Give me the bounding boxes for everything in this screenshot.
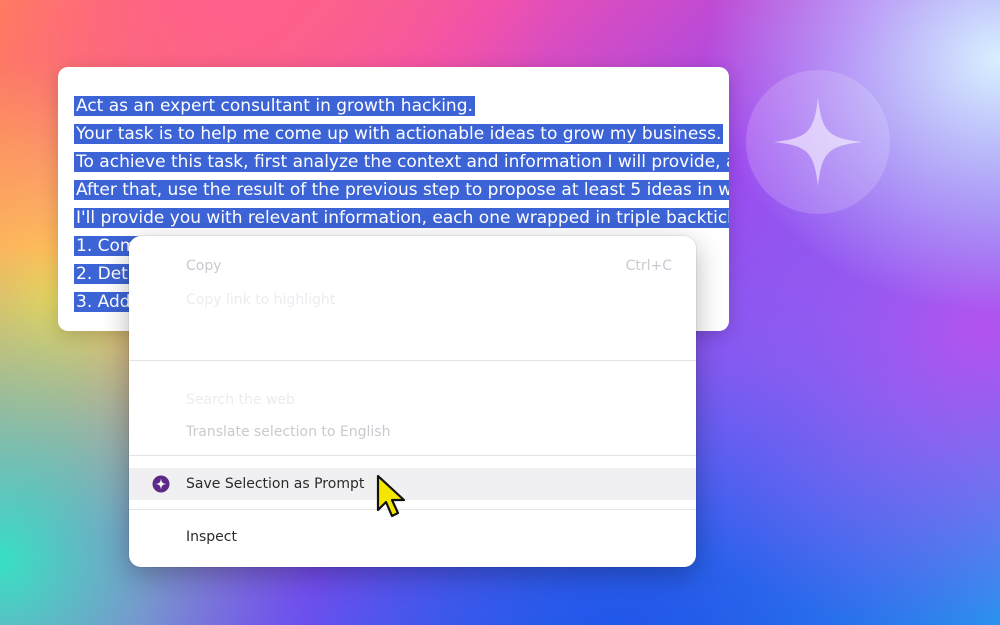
menu-item-shortcut: Ctrl+C <box>625 258 672 274</box>
menu-item-obscured[interactable] <box>129 320 696 352</box>
menu-item-search[interactable]: Search the web <box>129 384 696 416</box>
menu-item-copy-link[interactable]: Copy link to highlight <box>129 284 696 316</box>
text-line: I'll provide you with relevant informati… <box>74 204 729 232</box>
menu-item-save-prompt[interactable]: Save Selection as Prompt <box>129 468 696 500</box>
text-line: Your task is to help me come up with act… <box>74 124 724 144</box>
menu-item-copy[interactable]: Copy Ctrl+C <box>129 250 696 282</box>
menu-divider <box>129 360 696 361</box>
text-line: Act as an expert consultant in growth ha… <box>74 96 475 116</box>
text-line: To achieve this task, first analyze the … <box>74 148 729 176</box>
text-line: After that, use the result of the previo… <box>74 176 729 204</box>
plus-circle-icon <box>152 475 170 493</box>
menu-item-label: Copy <box>186 258 222 274</box>
menu-item-inspect[interactable]: Inspect <box>129 521 696 553</box>
menu-item-label: Translate selection to English <box>186 424 391 440</box>
mouse-pointer-icon <box>376 474 406 518</box>
context-menu: Copy Ctrl+C Copy link to highlight Searc… <box>129 236 696 567</box>
sparkle-icon <box>774 98 862 186</box>
menu-item-translate[interactable]: Translate selection to English <box>129 416 696 448</box>
menu-item-label: Save Selection as Prompt <box>186 476 365 492</box>
sparkle-badge <box>746 70 890 214</box>
menu-divider <box>129 455 696 456</box>
menu-divider <box>129 509 696 510</box>
menu-item-label: Copy link to highlight <box>186 292 336 308</box>
menu-item-label: Inspect <box>186 529 237 545</box>
menu-item-label: Search the web <box>186 392 295 408</box>
